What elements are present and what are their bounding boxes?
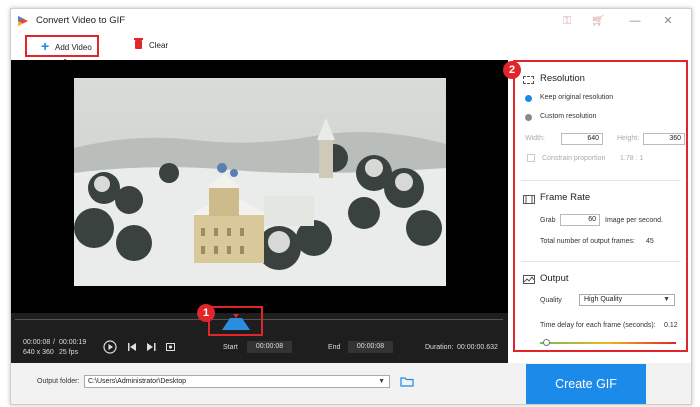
- grab-suffix: Image per second.: [605, 217, 663, 224]
- play-icon[interactable]: [103, 340, 117, 354]
- video-fps: 25 fps: [59, 349, 79, 356]
- trash-icon: [134, 38, 143, 49]
- footer-bar: Output folder: C:\Users\Administrator\De…: [11, 363, 691, 404]
- minimize-icon[interactable]: —: [628, 14, 642, 28]
- folder-icon[interactable]: [400, 376, 414, 387]
- snapshot-icon[interactable]: [166, 343, 175, 351]
- slider-handle[interactable]: [543, 339, 551, 346]
- output-title: Output: [540, 273, 569, 284]
- output-icon: [523, 275, 535, 284]
- end-time-input[interactable]: 00:00:08: [348, 341, 393, 353]
- divider: [521, 261, 681, 262]
- add-video-button[interactable]: + Add Video: [25, 35, 99, 57]
- constrain-checkbox[interactable]: [527, 154, 535, 162]
- quality-label: Quality: [540, 297, 562, 304]
- step-badge-2: 2: [503, 61, 521, 79]
- clear-label: Clear: [149, 41, 169, 50]
- keep-original-radio[interactable]: [525, 95, 532, 102]
- app-window: Convert Video to GIF ⚿ 🛒︎ — ✕ + Add Vide…: [10, 8, 692, 405]
- time-separator: /: [53, 339, 55, 346]
- grab-input[interactable]: 60: [560, 214, 600, 226]
- cart-icon[interactable]: 🛒︎: [591, 14, 605, 28]
- chevron-down-icon: ▼: [663, 296, 670, 303]
- settings-panel: Resolution Keep original resolution Cust…: [513, 60, 688, 352]
- video-resolution: 640 x 360: [23, 349, 54, 356]
- next-frame-icon[interactable]: [147, 343, 156, 351]
- grab-label: Grab: [540, 217, 556, 224]
- key-icon[interactable]: ⚿: [560, 14, 574, 28]
- height-input[interactable]: 360: [643, 133, 685, 145]
- constrain-label: Constrain proportion: [542, 155, 606, 162]
- frame-rate-icon: [523, 195, 535, 204]
- output-folder-input[interactable]: C:\Users\Administrator\Desktop ▼: [84, 375, 390, 388]
- custom-resolution-radio[interactable]: [525, 114, 532, 121]
- duration-value: 00:00:00.632: [457, 344, 498, 351]
- total-time: 00:00:19: [59, 339, 87, 346]
- output-folder-label: Output folder:: [37, 378, 80, 385]
- video-preview[interactable]: [11, 60, 508, 313]
- total-frames-value: 45: [646, 238, 654, 245]
- step-badge-1: 1: [197, 304, 215, 322]
- width-label: Width:: [525, 135, 545, 142]
- width-input[interactable]: 640: [561, 133, 603, 145]
- video-frame: [74, 78, 446, 286]
- close-icon[interactable]: ✕: [661, 14, 675, 28]
- aspect-ratio: 1.78 : 1: [620, 155, 644, 162]
- title-bar: Convert Video to GIF ⚿ 🛒︎ — ✕: [11, 9, 691, 33]
- delay-value: 0.12: [664, 322, 678, 329]
- trim-handles-icon[interactable]: [222, 314, 250, 330]
- previous-frame-icon[interactable]: [128, 343, 137, 351]
- custom-resolution-label: Custom resolution: [540, 113, 597, 120]
- create-gif-button[interactable]: Create GIF: [526, 364, 646, 404]
- total-frames-label: Total number of output frames:: [540, 238, 635, 245]
- duration-label: Duration:: [425, 344, 454, 351]
- toolbar: + Add Video Clear: [11, 35, 691, 59]
- resolution-icon: [523, 76, 534, 84]
- resolution-title: Resolution: [540, 73, 585, 84]
- divider: [521, 180, 681, 181]
- add-video-label: Add Video: [55, 43, 92, 52]
- output-folder-path: C:\Users\Administrator\Desktop: [88, 378, 187, 385]
- window-title: Convert Video to GIF: [36, 15, 126, 26]
- delay-label: Time delay for each frame (seconds):: [540, 322, 656, 329]
- keep-original-label: Keep original resolution: [540, 94, 614, 101]
- frame-rate-title: Frame Rate: [540, 192, 591, 203]
- delay-slider[interactable]: [540, 339, 676, 346]
- trim-markers-highlight: [208, 306, 263, 336]
- end-label: End: [328, 344, 341, 351]
- start-time-input[interactable]: 00:00:08: [247, 341, 292, 353]
- app-logo-icon: [18, 16, 28, 26]
- quality-select[interactable]: High Quality ▼: [579, 294, 675, 306]
- chevron-down-icon[interactable]: ▼: [378, 376, 385, 387]
- height-label: Height:: [617, 135, 640, 142]
- start-label: Start: [223, 344, 238, 351]
- plus-icon: +: [41, 38, 50, 54]
- current-time: 00:00:08: [23, 339, 51, 346]
- quality-value: High Quality: [584, 296, 623, 303]
